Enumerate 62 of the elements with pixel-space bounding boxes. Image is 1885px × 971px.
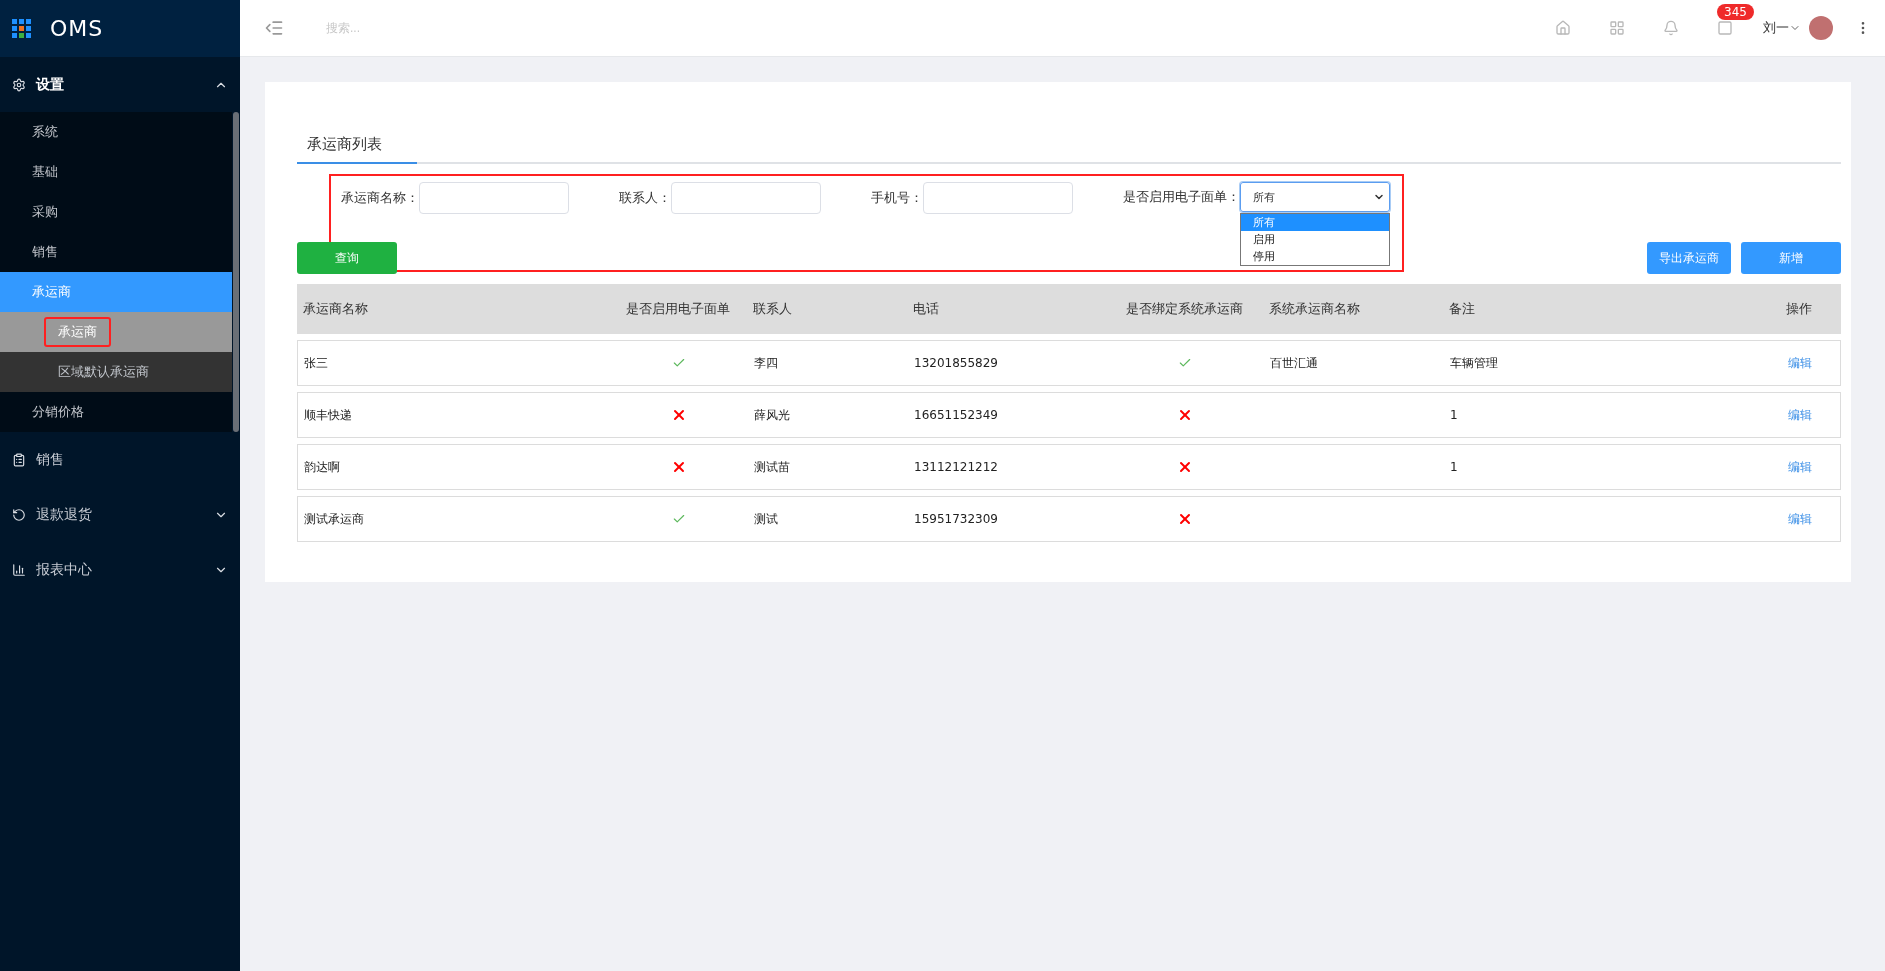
column-header: 是否绑定系统承运商	[1124, 300, 1244, 318]
submenu-item[interactable]: 采购	[0, 192, 232, 232]
app-logo: OMS	[50, 16, 104, 41]
field-label: 联系人：	[619, 189, 671, 207]
menu-item[interactable]: 销售	[0, 432, 240, 487]
edit-link[interactable]: 编辑	[1760, 406, 1840, 424]
select-field[interactable]: 所有	[1240, 182, 1390, 212]
table-cell-text: 13112121212	[914, 460, 999, 474]
edit-link[interactable]: 编辑	[1760, 354, 1840, 372]
table-cell-text: 16651152349	[914, 408, 999, 422]
submenu-item[interactable]: 系统	[0, 112, 232, 152]
scrollbar[interactable]	[233, 112, 239, 432]
edit-link[interactable]: 编辑	[1760, 510, 1840, 528]
table-cell-text: 李四	[754, 354, 779, 372]
edit-link[interactable]: 编辑	[1760, 458, 1840, 476]
column-header: 联系人	[753, 300, 793, 318]
submenu-item[interactable]: 基础	[0, 152, 232, 192]
column-header: 操作	[1785, 300, 1813, 318]
grid-icon[interactable]	[1609, 20, 1625, 36]
table-cell-text: 测试苗	[754, 458, 791, 476]
table-cell-text: 13201855829	[914, 356, 999, 370]
table-cell-text: 测试承运商	[304, 510, 365, 528]
table-cell-text: 1	[1450, 408, 1459, 422]
table-cell-text: 测试	[754, 510, 779, 528]
column-header: 系统承运商名称	[1269, 300, 1361, 318]
home-icon[interactable]	[1555, 20, 1571, 36]
clipboard-icon	[12, 452, 26, 467]
input-field[interactable]	[923, 182, 1073, 214]
submenu-item[interactable]: 区域默认承运商	[0, 352, 232, 392]
field-label: 是否启用电子面单：	[1123, 188, 1240, 206]
circular-arrow-icon	[12, 507, 26, 522]
bell-icon[interactable]	[1663, 20, 1679, 36]
bar-chart-icon	[12, 562, 26, 577]
gear-icon	[12, 77, 26, 92]
field-label: 手机号：	[871, 189, 923, 207]
avatar[interactable]	[1809, 16, 1833, 40]
column-header: 承运商名称	[303, 300, 369, 318]
table-cell-text: 张三	[304, 354, 329, 372]
square-icon[interactable]	[1717, 20, 1733, 36]
tab[interactable]: 承运商列表	[297, 127, 417, 164]
menu-icon[interactable]	[264, 18, 284, 38]
table-cell-text: 百世汇通	[1270, 354, 1319, 372]
column-header: 电话	[913, 300, 940, 318]
menu-item[interactable]: 退款退货	[0, 487, 240, 542]
table-cell-text: 薛风光	[754, 406, 791, 424]
input-field[interactable]	[419, 182, 569, 214]
table-cell-text: 15951732309	[914, 512, 999, 526]
table-cell-text: 车辆管理	[1450, 354, 1499, 372]
submenu-item[interactable]: 销售	[0, 232, 232, 272]
count-badge: 345	[1717, 4, 1754, 20]
field-label: 承运商名称：	[341, 189, 419, 207]
table-cell-text: 韵达啊	[304, 458, 341, 476]
input-field[interactable]	[671, 182, 821, 214]
menu-item[interactable]: 报表中心	[0, 542, 240, 597]
column-header: 是否启用电子面单	[625, 300, 731, 318]
table-cell-text: 1	[1450, 460, 1459, 474]
table-cell-text: 顺丰快递	[304, 406, 353, 424]
user-name[interactable]: 刘一	[1763, 19, 1789, 37]
grid-logo-icon	[12, 18, 32, 39]
column-header: 备注	[1449, 300, 1476, 318]
menu-item[interactable]: 设置	[0, 57, 240, 112]
submenu-item[interactable]: 分销价格	[0, 392, 232, 432]
